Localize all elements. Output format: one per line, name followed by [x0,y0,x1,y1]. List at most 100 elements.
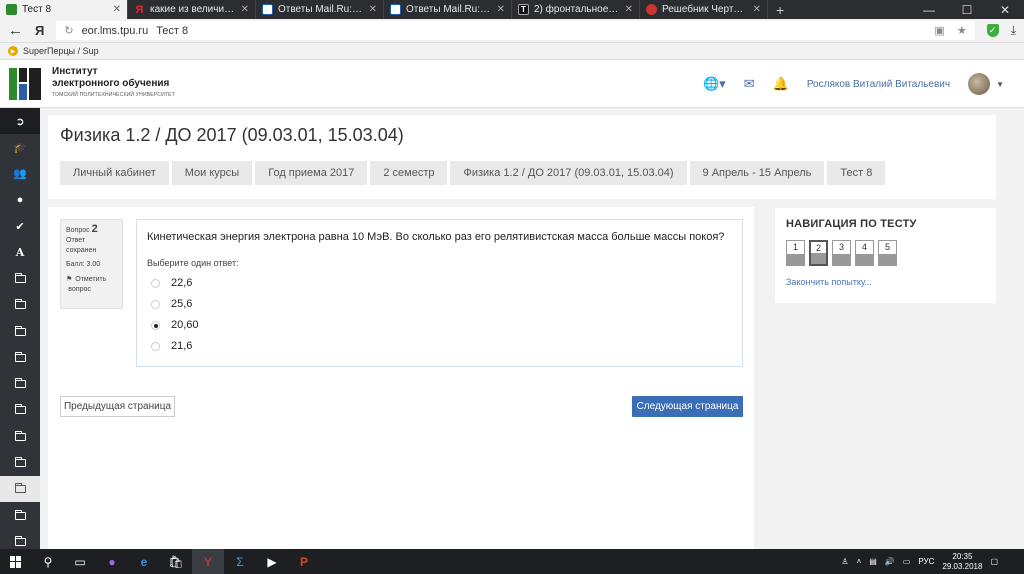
task-view-icon[interactable]: ▭ [64,549,96,574]
previous-page-button[interactable]: Предыдущая страница [60,396,175,417]
radio-button-selected[interactable] [151,320,160,330]
bookmark-item[interactable]: SuperПерцы / Sup [23,46,99,56]
back-arrow-icon[interactable]: ← [8,22,23,39]
browser-tab[interactable]: Ответы Mail.Ru: два лазер ✕ [384,0,512,19]
page-actions-icon[interactable]: ▣ [934,24,944,37]
answer-option[interactable]: 20,60 [151,319,732,331]
radio-button[interactable] [151,278,160,288]
user-name[interactable]: Росляков Виталий Витальевич [807,79,950,90]
maximize-icon[interactable]: ☐ [948,0,986,19]
language-globe-icon[interactable]: 🌐▾ [703,76,726,92]
nav-page-button[interactable]: 3 [832,240,851,266]
close-icon[interactable]: ✕ [113,4,121,15]
radio-button[interactable] [151,341,160,351]
next-page-button[interactable]: Следующая страница [632,396,743,417]
folder-icon[interactable] [0,397,40,423]
font-icon[interactable]: A [0,239,40,265]
folder-icon[interactable] [0,371,40,397]
answer-label[interactable]: 22,6 [171,277,192,289]
nav-page-button[interactable]: 5 [878,240,897,266]
tpu-favicon-icon [6,4,17,15]
avatar[interactable] [968,73,991,95]
yandex-browser-icon[interactable]: Y [192,549,224,574]
tray-battery-icon[interactable]: ▭ [903,557,911,566]
search-icon[interactable]: ⚲ [32,549,64,574]
tray-chevron-icon[interactable]: ˄ [857,557,862,566]
bookmark-star-icon[interactable]: ★ [957,24,967,37]
breadcrumb-item[interactable]: Год приема 2017 [255,161,368,185]
folder-icon[interactable] [0,476,40,503]
clock-date: 29.03.2018 [942,561,983,571]
folder-icon[interactable] [0,502,40,528]
browser-tab[interactable]: Я какие из величин и законо ✕ [128,0,256,19]
graduation-cap-icon[interactable]: 🎓 [0,134,40,160]
url-field[interactable]: ↻ eor.lms.tpu.ru Тест 8 ▣ ★ [56,21,975,40]
browser-tab[interactable]: Тест 8 ✕ [0,0,128,19]
user-menu-caret-icon[interactable]: ▼ [996,80,1004,89]
notifications-bell-icon[interactable]: 🔔 [773,76,789,92]
reload-icon[interactable]: ↻ [64,24,73,37]
nav-page-button-current[interactable]: 2 [809,240,828,266]
breadcrumb-item[interactable]: Мои курсы [171,161,253,185]
browser-tab[interactable]: Решебник Чертов, Воробье ✕ [640,0,768,19]
answer-option[interactable]: 21,6 [151,340,732,352]
breadcrumb-item[interactable]: Личный кабинет [60,161,169,185]
sidebar-toggle-icon[interactable]: ➲ [0,108,40,135]
nav-page-button[interactable]: 1 [786,240,805,266]
breadcrumb-item[interactable]: 9 Апрель - 15 Апрель [689,161,825,185]
quiz-card: Вопрос 2 Ответ сохранен Балл: 3.00 ⚑ Отм… [48,207,754,549]
answer-option[interactable]: 22,6 [151,277,732,289]
answer-option[interactable]: 25,6 [151,298,732,310]
flag-question-button[interactable]: ⚑ Отметить вопрос [66,275,117,295]
breadcrumb-item[interactable]: 2 семестр [370,161,448,185]
video-app-icon[interactable]: ▶ [256,549,288,574]
answer-label[interactable]: 25,6 [171,298,192,310]
answer-label[interactable]: 20,60 [171,319,199,331]
nav-page-button[interactable]: 4 [855,240,874,266]
folder-icon[interactable] [0,450,40,476]
keyboard-language[interactable]: РУС [918,557,934,566]
folder-icon[interactable] [0,266,40,292]
question-content: Кинетическая энергия электрона равна 10 … [136,219,743,367]
store-icon[interactable]: 🛍 [160,549,192,574]
tray-volume-icon[interactable]: 🔊 [885,557,895,566]
notifications-icon[interactable]: ▢ [990,557,998,566]
messages-envelope-icon[interactable]: ✉ [744,76,755,92]
clock[interactable]: 20:35 29.03.2018 [942,552,982,572]
tray-person-icon[interactable]: ♙ [841,557,848,566]
close-icon[interactable]: ✕ [497,4,505,15]
protect-shield-icon[interactable]: ✓ [986,24,999,37]
institute-logo[interactable] [9,68,41,100]
close-icon[interactable]: ✕ [369,4,377,15]
circle-icon[interactable]: ● [0,187,40,213]
bookmarks-bar: ▶ SuperПерцы / Sup [0,43,1024,60]
browser-logo[interactable]: Я [35,23,44,38]
close-icon[interactable]: ✕ [625,4,633,15]
powerpoint-icon[interactable]: P [288,549,320,574]
close-icon[interactable]: ✕ [753,4,761,15]
new-tab-button[interactable]: + [768,0,792,19]
folder-icon[interactable] [0,292,40,318]
check-circle-icon[interactable]: ✔ [0,213,40,239]
finish-attempt-link[interactable]: Закончить попытку... [786,277,872,287]
tray-network-icon[interactable]: ▤ [869,557,877,566]
minimize-icon[interactable]: — [910,0,948,19]
folder-icon[interactable] [0,318,40,344]
close-icon[interactable]: ✕ [241,4,249,15]
windows-start-icon[interactable] [0,549,32,574]
downloads-icon[interactable]: ⤓ [1011,23,1016,38]
folder-icon[interactable] [0,345,40,371]
folder-icon[interactable] [0,424,40,450]
url-page-title: Тест 8 [156,24,189,37]
browser-tab[interactable]: T 2) фронтальное решение з ✕ [512,0,640,19]
edge-browser-icon[interactable]: e [128,549,160,574]
voice-assistant-icon[interactable]: ● [96,549,128,574]
close-window-icon[interactable]: ✕ [986,0,1024,19]
browser-tab[interactable]: Ответы Mail.Ru: Инвариант ✕ [256,0,384,19]
users-icon[interactable]: 👥 [0,161,40,187]
breadcrumb-item[interactable]: Физика 1.2 / ДО 2017 (09.03.01, 15.03.04… [450,161,687,185]
breadcrumb-item[interactable]: Тест 8 [827,161,886,185]
radio-button[interactable] [151,299,160,309]
app-sigma-icon[interactable]: Σ [224,549,256,574]
answer-label[interactable]: 21,6 [171,340,192,352]
